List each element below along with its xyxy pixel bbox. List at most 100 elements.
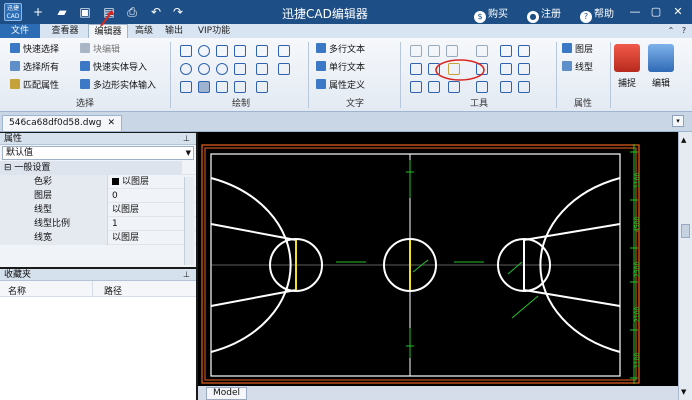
scale-tool-icon[interactable] [518,45,530,57]
attdef-button[interactable]: 属性定义 [316,79,365,93]
wipeout-tool-icon[interactable] [180,81,192,93]
model-tab[interactable]: Model [206,387,248,400]
trim-tool-icon[interactable] [410,63,422,75]
property-row[interactable]: 色彩 以图层 [0,175,196,189]
import-icon [80,61,90,71]
break-tool-icon[interactable] [410,81,422,93]
tab-viewer[interactable]: 查看器 [44,24,86,38]
array-tool-icon[interactable] [476,45,488,57]
property-row[interactable]: 线宽 以图层 [0,231,196,245]
pin-icon[interactable]: ⊥ [183,133,190,145]
polyline-tool-icon[interactable] [234,45,246,57]
mtext-button[interactable]: 多行文本 [316,43,365,57]
hatch-tool-icon[interactable] [256,63,268,75]
snap-magnet-icon[interactable] [614,44,640,72]
ribbon-collapse-icon[interactable]: ⌃ [665,24,677,38]
select-all-button[interactable]: 选择所有 [10,61,59,75]
annotation-arrow-icon [100,10,114,27]
save-icon[interactable]: ▣ [77,4,93,20]
spline-tool-icon[interactable] [256,45,268,57]
properties-scrollbar[interactable] [184,177,194,265]
erase-tool-icon[interactable] [448,81,460,93]
redo-icon[interactable]: ↷ [170,4,186,20]
property-row[interactable]: 线型比例 1 [0,217,196,231]
align-tool-icon[interactable] [500,81,512,93]
layers-button[interactable]: 图层 [562,43,593,57]
move-tool-icon[interactable] [410,45,422,57]
diamond-tool-icon[interactable] [180,63,192,75]
line-tool-icon[interactable] [180,45,192,57]
maximize-button[interactable]: ▢ [648,4,664,20]
help-icon: ? [580,11,592,23]
ribbon-help-icon[interactable]: ? [678,24,690,38]
tab-list-icon[interactable]: ▾ [672,115,684,127]
drawing-canvas[interactable]: 1100 4500 2500 2100 1100 [198,132,678,386]
match-props-button[interactable]: 匹配属性 [10,79,59,93]
ellipse-tool-icon[interactable] [216,63,228,75]
dim-label-1: 1100 [634,173,641,188]
draw-more-icon[interactable] [278,45,290,57]
copy-tool-icon[interactable] [428,45,440,57]
new-icon[interactable]: + [30,4,46,20]
register-link[interactable]: ● 注册 [527,5,561,23]
open-icon[interactable]: ▰ [54,4,70,20]
region-tool-icon[interactable] [278,63,290,75]
right-key-top [523,223,621,241]
quick-select-button[interactable]: 快速选择 [10,43,59,57]
help-link[interactable]: ? 帮助 [580,5,614,23]
undo-icon[interactable]: ↶ [148,4,164,20]
tab-vip[interactable]: VIP功能 [192,24,236,38]
rectangle-tool-icon[interactable] [216,45,228,57]
gradient-tool-icon[interactable] [198,81,210,93]
app-logo[interactable]: 迅捷 CAD [4,3,22,21]
properties-filter-select[interactable]: 默认值 ▼ [2,146,194,160]
close-button[interactable]: ✕ [670,4,686,20]
text-button[interactable]: 单行文本 [316,61,365,75]
canvas-vertical-scrollbar[interactable]: ▲ ▼ [678,132,692,400]
scroll-thumb[interactable] [681,224,690,238]
fillet-tool-icon[interactable] [500,63,512,75]
property-row[interactable]: 线型 以图层 [0,203,196,217]
scroll-down-icon[interactable]: ▼ [681,388,686,396]
dimension-tool-icon[interactable] [234,81,246,93]
dim-vertical-labels: 1100 4500 2500 2100 1100 [634,173,641,368]
group-tools-label: 工具 [469,99,488,109]
scroll-up-icon[interactable]: ▲ [681,136,686,144]
linetype-button[interactable]: 线型 [562,61,593,75]
property-row[interactable]: 图层 0 [0,189,196,203]
block-edit-button[interactable]: 块编辑 [80,43,120,57]
tab-output[interactable]: 输出 [160,24,188,38]
edit-doc-icon[interactable] [648,44,674,72]
dim-label-4: 2100 [634,307,641,322]
col-path[interactable]: 路径 [104,284,122,297]
lengthen-tool-icon[interactable] [518,81,530,93]
rotate-tool-icon[interactable] [500,45,512,57]
join-tool-icon[interactable] [428,81,440,93]
leader-tool-icon[interactable] [256,81,268,93]
chamfer-tool-icon[interactable] [518,63,530,75]
layers-icon [562,43,572,53]
polygon-entity-button[interactable]: 多边形实体输入 [80,79,156,93]
properties-panel: 属性 ⊥ 默认值 ▼ ⊟ 一般设置 色彩 以图层 图层 0 线型 以图层 线型比例 1 … [0,133,196,267]
buy-link[interactable]: $ 购买 [474,5,508,23]
dim-right-radius [507,261,523,275]
tab-file[interactable]: 文件 [0,24,40,38]
col-name[interactable]: 名称 [8,284,26,297]
quick-entity-import-button[interactable]: 快速实体导入 [80,61,147,75]
mirror-tool-icon[interactable] [446,45,458,57]
dim-label-2: 4500 [634,217,641,232]
table-tool-icon[interactable] [216,81,228,93]
group-separator [556,42,557,108]
minimize-button[interactable]: — [627,4,643,20]
user-icon: ● [527,11,539,23]
category-row[interactable]: ⊟ 一般设置 [0,161,196,175]
pin-icon[interactable]: ⊥ [183,269,190,281]
stretch-tool-icon[interactable] [476,81,488,93]
close-tab-icon[interactable]: ✕ [108,118,116,128]
point-tool-icon[interactable] [234,63,246,75]
arc-tool-icon[interactable] [198,45,210,57]
dim-center-radius [412,259,429,273]
collapse-icon[interactable]: ⊟ [4,163,12,173]
document-tab[interactable]: 546ca68df0d58.dwg ✕ [2,115,123,131]
circle-tool-icon[interactable] [198,63,210,75]
